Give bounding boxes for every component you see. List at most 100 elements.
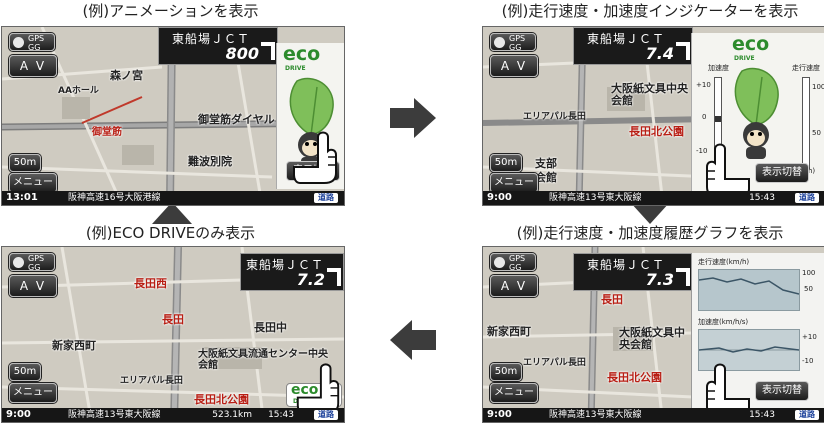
map-label: エリアパル長田 — [523, 112, 586, 122]
map-label: 長田 — [601, 293, 623, 306]
gps-button[interactable]: GPS GG — [9, 253, 55, 272]
map-label: 新家西町 — [52, 339, 96, 352]
scale-button[interactable]: 50m — [9, 363, 41, 381]
road-nav-badge[interactable]: 道路 — [314, 410, 338, 420]
nav-screen-animation: 森ノ宮 AAホール 御堂筋ダイヤル 難波別院 御堂筋 GPS GG A V 50m… — [1, 26, 345, 206]
eco-logo: eco — [732, 33, 770, 55]
map-label: 御堂筋ダイヤル — [198, 113, 275, 126]
map-label: 長田 — [162, 313, 184, 326]
menu-button[interactable]: メニュー — [490, 383, 538, 403]
scale-button[interactable]: 50m — [9, 154, 41, 172]
road-name: 阪神高速13号東大阪線 — [68, 410, 161, 420]
caption-animation: (例)アニメーションを表示 — [82, 2, 259, 20]
map-label: 難波別院 — [188, 155, 232, 168]
scale-button[interactable]: 50m — [490, 363, 522, 381]
map-label: 森ノ宮 — [110, 69, 143, 82]
road-nav-badge[interactable]: 道路 — [314, 193, 338, 203]
junction-guide: 東船場ＪＣＴ 7.2 — [240, 253, 344, 291]
current-time: 15:43 — [268, 410, 294, 420]
map-label: 長田北公園 — [629, 125, 684, 138]
nav-screen-speed-indicator: 大阪紙文具中央会館 長田北公園 エリアパル長田 支部 会館 GPS GG A V … — [482, 26, 824, 206]
map-label: 長田北公園 — [607, 371, 662, 384]
junction-distance: 7.4 — [645, 44, 674, 63]
accel-gauge-fill — [715, 116, 721, 122]
map-label: 大阪紙文具中央会館 — [619, 326, 685, 351]
av-button[interactable]: A V — [9, 55, 57, 77]
gps-icon — [494, 37, 505, 48]
junction-distance: 800 — [225, 44, 259, 63]
accel-tick: +10 — [696, 81, 711, 89]
pointing-hand-icon — [293, 131, 337, 184]
menu-button[interactable]: メニュー — [9, 173, 57, 193]
status-bar: 13:01 阪神高速16号大阪港線 道路 — [2, 191, 344, 205]
arrow-right-icon — [390, 98, 436, 138]
av-button[interactable]: A V — [490, 275, 538, 297]
road-nav-badge[interactable]: 道路 — [795, 193, 819, 203]
accel-tick: -10 — [802, 357, 814, 365]
clock: 9:00 — [6, 409, 31, 420]
junction-distance: 7.2 — [296, 270, 325, 289]
pointing-hand-icon — [706, 143, 750, 198]
nav-screen-speed-graph: 長田 新家西町 大阪紙文具中央会館 エリアパル長田 長田北公園 GPS GG A … — [482, 246, 824, 423]
road-name: 阪神高速13号東大阪線 — [549, 193, 642, 203]
clock: 9:00 — [487, 409, 512, 420]
eco-logo-sub: DRIVE — [734, 55, 755, 62]
direction-arrow-icon — [676, 268, 690, 286]
accel-tick: +10 — [802, 333, 817, 341]
direction-arrow-icon — [327, 268, 341, 286]
av-button[interactable]: A V — [9, 275, 57, 297]
direction-arrow-icon — [261, 42, 275, 60]
status-bar: 9:00 阪神高速13号東大阪線 15:43 道路 — [483, 408, 824, 422]
map-label: エリアパル長田 — [523, 358, 586, 368]
eco-logo: eco — [283, 43, 321, 65]
speed-tick: 50 — [804, 285, 813, 293]
leaf-icon — [734, 67, 779, 126]
road-name: 阪神高速13号東大阪線 — [549, 410, 642, 420]
eco-logo-sub: DRIVE — [285, 65, 306, 72]
gps-label-sub: GG — [509, 263, 522, 272]
road-nav-badge[interactable]: 道路 — [795, 410, 819, 420]
gps-label: GPS — [28, 34, 45, 43]
speed-label: 走行速度 — [792, 64, 820, 72]
junction-guide: 東船場ＪＣＴ 7.3 — [573, 253, 693, 291]
junction-distance: 7.3 — [645, 270, 674, 289]
accel-graph-label: 加速度(km/h/s) — [698, 318, 749, 326]
speed-graph-label: 走行速度(km/h) — [698, 258, 750, 266]
gps-icon — [13, 37, 24, 48]
menu-button[interactable]: メニュー — [490, 173, 538, 193]
gps-icon — [13, 257, 24, 268]
gps-label-sub: GG — [28, 263, 41, 272]
scale-button[interactable]: 50m — [490, 154, 522, 172]
menu-button[interactable]: メニュー — [9, 383, 57, 403]
accel-tick: 0 — [702, 113, 707, 121]
display-switch-button[interactable]: 表示切替 — [755, 381, 809, 401]
map-label: 大阪紙文具中央会館 — [611, 82, 688, 107]
junction-guide: 東船場ＪＣＴ 800 — [158, 27, 278, 65]
status-bar: 9:00 阪神高速13号東大阪線 15:43 道路 — [483, 191, 824, 205]
display-switch-button[interactable]: 表示切替 — [755, 163, 809, 183]
arrow-left-icon — [390, 320, 436, 360]
map-label: エリアパル長田 — [120, 376, 183, 386]
nav-screen-eco-only: 長田西 長田 長田中 新家西町 大阪紙文具流通センター中央会館 エリアパル長田 … — [1, 246, 345, 423]
gps-button[interactable]: GPS GG — [9, 33, 55, 52]
current-time: 15:43 — [749, 410, 775, 420]
map-label: 長田西 — [134, 277, 167, 290]
road-name: 阪神高速16号大阪港線 — [68, 193, 161, 203]
speed-history-graph — [698, 269, 800, 311]
gps-button[interactable]: GPS GG — [490, 253, 536, 272]
gps-label-sub: GG — [509, 43, 522, 52]
gps-button[interactable]: GPS GG — [490, 33, 536, 52]
map-label: 御堂筋 — [92, 127, 122, 138]
direction-arrow-icon — [676, 42, 690, 60]
junction-guide: 東船場ＪＣＴ 7.4 — [573, 27, 693, 65]
caption-speed-indicator: (例)走行速度・加速度インジケーターを表示 — [501, 2, 799, 20]
map-label: 会館 — [535, 171, 557, 184]
map-label: 新家西町 — [487, 325, 531, 338]
speed-history-line — [698, 277, 800, 295]
clock: 13:01 — [6, 192, 38, 203]
status-bar: 9:00 阪神高速13号東大阪線 523.1km 15:43 道路 — [2, 408, 344, 422]
gps-label: GPS — [509, 254, 526, 263]
av-button[interactable]: A V — [490, 55, 538, 77]
gps-label-sub: GG — [28, 43, 41, 52]
map-label: 長田北公園 — [194, 393, 249, 406]
